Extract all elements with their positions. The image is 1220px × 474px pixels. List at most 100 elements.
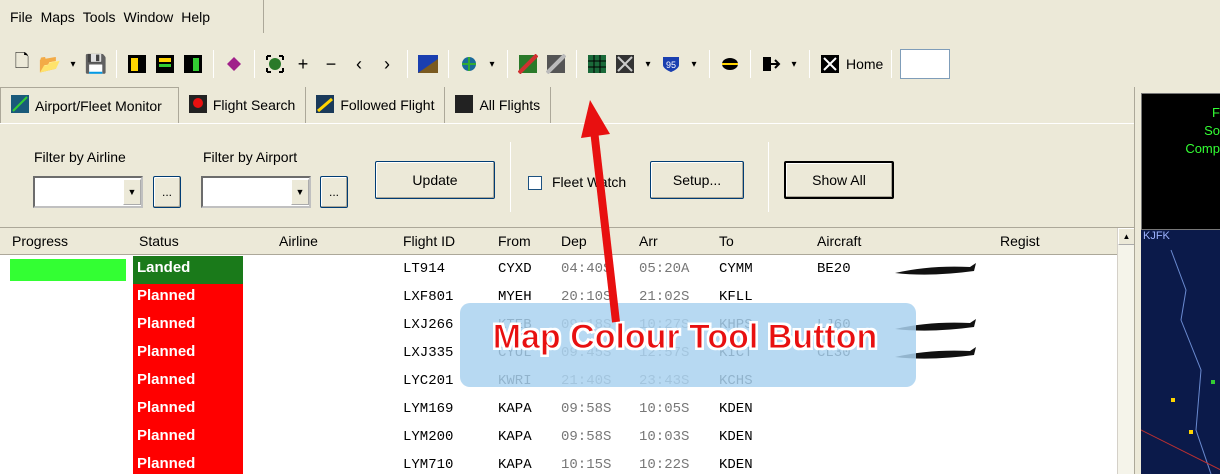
fleet-watch-label: Fleet Watch <box>552 174 627 190</box>
chevron-down-icon[interactable]: ▼ <box>123 179 141 205</box>
map-layer-1-icon[interactable] <box>516 52 540 76</box>
radar-icon <box>11 95 29 116</box>
toolbar-separator <box>507 50 508 78</box>
setup-button[interactable]: Setup... <box>650 161 744 199</box>
cell-flight: LYM710 <box>403 457 454 473</box>
open-dropdown-icon[interactable]: ▾ <box>66 52 80 76</box>
grid-icon[interactable] <box>585 52 609 76</box>
show-all-button[interactable]: Show All <box>784 161 894 199</box>
map-layer-2-icon[interactable] <box>544 52 568 76</box>
followed-flight-icon <box>316 94 335 116</box>
filter-bar: Filter by Airline Filter by Airport ▼ ..… <box>0 123 1134 227</box>
fleet-watch-checkbox[interactable] <box>528 176 542 190</box>
column-header[interactable]: Regist <box>1000 233 1040 249</box>
column-header[interactable]: Flight ID <box>403 233 455 249</box>
cell-from: KAPA <box>498 401 532 417</box>
toolbar-separator <box>750 50 751 78</box>
home-label[interactable]: Home <box>846 56 883 72</box>
status-badge: Planned <box>133 424 243 452</box>
panel-1-icon[interactable] <box>125 52 149 76</box>
cell-arr: 10:22S <box>639 457 690 473</box>
column-header[interactable]: Dep <box>561 233 587 249</box>
table-row[interactable]: Landed LT914 CYXD 04:40S 05:20A CYMM BE20 <box>0 256 1117 284</box>
zoom-out-icon[interactable]: − <box>319 52 343 76</box>
map-lines <box>1141 249 1220 474</box>
exit-dropdown-icon[interactable]: ▾ <box>787 52 801 76</box>
tab-label: Flight Search <box>212 97 296 113</box>
location-input[interactable] <box>900 49 951 79</box>
status-badge: Planned <box>133 368 243 396</box>
highway-number: 95 <box>666 60 676 70</box>
cell-flight: LXJ335 <box>403 345 454 361</box>
cell-flight: LXF801 <box>403 289 454 305</box>
forward-icon[interactable]: › <box>375 52 399 76</box>
search-icon <box>188 94 207 116</box>
cell-dep: 09:58S <box>561 429 612 445</box>
airport-browse-button[interactable]: ... <box>320 176 348 208</box>
tab-label: All Flights <box>479 97 541 113</box>
airline-select[interactable]: ▼ <box>33 176 143 208</box>
column-header[interactable]: To <box>719 233 734 249</box>
cell-dep: 04:40S <box>561 261 612 277</box>
cell-from: CYXD <box>498 261 532 277</box>
tab-followed-flight[interactable]: Followed Flight <box>306 87 446 123</box>
cell-from: KAPA <box>498 457 532 473</box>
table-row[interactable]: Planned LYM169 KAPA 09:58S 10:05S KDEN <box>0 396 1117 424</box>
table-header: Progress Status Airline Flight ID From D… <box>0 228 1117 255</box>
globe-icon[interactable] <box>718 52 742 76</box>
column-header[interactable]: Airline <box>279 233 318 249</box>
book-icon[interactable] <box>222 52 246 76</box>
menu-tools[interactable]: Tools <box>83 9 116 25</box>
chart-dropdown-icon[interactable]: ▾ <box>641 52 655 76</box>
map-airport-label: KJFK <box>1143 230 1170 242</box>
zoom-in-icon[interactable]: + <box>291 52 315 76</box>
menu-bar: File Maps Tools Window Help <box>0 0 264 33</box>
chevron-down-icon[interactable]: ▼ <box>291 179 309 205</box>
airport-select[interactable]: ▼ <box>201 176 311 208</box>
highway-dropdown-icon[interactable]: ▾ <box>687 52 701 76</box>
update-button[interactable]: Update <box>375 161 495 199</box>
toolbar-separator <box>116 50 117 78</box>
weather-dropdown-icon[interactable]: ▾ <box>485 52 499 76</box>
menu-file[interactable]: File <box>10 9 33 25</box>
cell-to: CYMM <box>719 261 753 277</box>
toolbar-separator <box>709 50 710 78</box>
back-icon[interactable]: ‹ <box>347 52 371 76</box>
status-badge: Planned <box>133 396 243 424</box>
tab-airport-fleet-monitor[interactable]: Airport/Fleet Monitor <box>0 87 179 123</box>
menu-help[interactable]: Help <box>181 9 210 25</box>
zoom-fit-icon[interactable] <box>263 52 287 76</box>
info-line: F <box>1212 105 1220 120</box>
panel-3-icon[interactable] <box>181 52 205 76</box>
chart-icon[interactable] <box>613 52 637 76</box>
panel-2-icon[interactable] <box>153 52 177 76</box>
tab-flight-search[interactable]: Flight Search <box>179 87 307 123</box>
map-colour-icon[interactable] <box>416 52 440 76</box>
weather-icon[interactable] <box>457 52 481 76</box>
exit-icon[interactable] <box>759 52 783 76</box>
cell-flight: LYM169 <box>403 401 454 417</box>
column-header[interactable]: Arr <box>639 233 658 249</box>
vertical-scrollbar[interactable]: ▲ <box>1117 228 1135 474</box>
cell-flight: LYM200 <box>403 429 454 445</box>
column-header[interactable]: Aircraft <box>817 233 861 249</box>
highway-icon[interactable]: 95 <box>659 52 683 76</box>
scroll-up-icon[interactable]: ▲ <box>1118 228 1135 245</box>
save-icon[interactable]: 💾 <box>84 52 108 76</box>
map-side-pane: F So Comp KJFK <box>1134 87 1220 474</box>
home-icon[interactable] <box>818 52 842 76</box>
menu-maps[interactable]: Maps <box>41 9 75 25</box>
map-view[interactable]: KJFK <box>1141 230 1220 474</box>
toolbar-separator <box>891 50 893 78</box>
table-row[interactable]: Planned LYM200 KAPA 09:58S 10:03S KDEN <box>0 424 1117 452</box>
toolbar-separator <box>254 50 255 78</box>
tab-all-flights[interactable]: All Flights <box>445 87 552 123</box>
column-header[interactable]: Progress <box>12 233 68 249</box>
column-header[interactable]: From <box>498 233 531 249</box>
new-icon[interactable]: 🗋 <box>10 51 34 76</box>
open-icon[interactable]: 📂 <box>38 52 62 76</box>
table-row[interactable]: Planned LYM710 KAPA 10:15S 10:22S KDEN <box>0 452 1117 474</box>
menu-window[interactable]: Window <box>123 9 173 25</box>
column-header[interactable]: Status <box>139 233 179 249</box>
airline-browse-button[interactable]: ... <box>153 176 181 208</box>
